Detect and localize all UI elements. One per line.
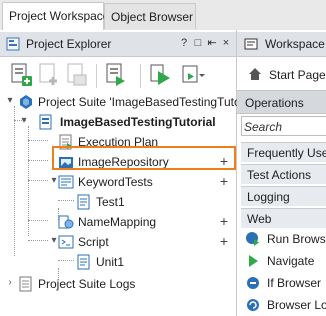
add-script-button[interactable]: + bbox=[220, 233, 228, 249]
operation-label: Run Browser bbox=[267, 232, 326, 246]
tree-item-project-suite[interactable]: ▾ Project Suite 'ImageBasedTestingTutori… bbox=[0, 92, 254, 112]
panel-buttons: ? □ ⇤ × bbox=[178, 36, 232, 50]
collapse-icon[interactable]: ▾ bbox=[18, 115, 30, 127]
name-mapping-icon bbox=[58, 215, 74, 229]
project-suite-label: Project Suite 'ImageBasedTestingTutoria bbox=[38, 95, 254, 109]
category-label: Logging bbox=[247, 190, 290, 204]
home-icon bbox=[249, 68, 261, 80]
script-unit-icon bbox=[77, 254, 90, 270]
workspace-tabbar: Project Workspace Object Browser bbox=[0, 0, 326, 31]
tree-item-name-mapping[interactable]: NameMapping + bbox=[0, 212, 236, 232]
tree-item-project[interactable]: ▾ ImageBasedTestingTutorial bbox=[0, 112, 236, 132]
toolbar-separator bbox=[140, 64, 141, 88]
script-folder-icon bbox=[58, 235, 74, 249]
category-web[interactable]: Web bbox=[241, 208, 326, 228]
start-page-tab[interactable]: Start Page bbox=[237, 62, 326, 86]
category-label: Web bbox=[247, 212, 272, 226]
operations-header: Operations bbox=[237, 90, 326, 114]
close-button[interactable]: × bbox=[220, 36, 232, 50]
tree-item-suite-logs[interactable]: › Project Suite Logs bbox=[0, 274, 236, 294]
workspace-panel: Workspace Start Page Operations Search F… bbox=[237, 30, 326, 316]
add-keyword-test-button[interactable]: + bbox=[220, 173, 228, 189]
category-label: Test Actions bbox=[247, 168, 312, 182]
add-existing-icon[interactable] bbox=[64, 61, 90, 89]
project-explorer-icon bbox=[6, 37, 20, 51]
run-tests-icon[interactable] bbox=[104, 61, 130, 89]
suite-logs-icon bbox=[19, 276, 32, 292]
name-mapping-label: NameMapping bbox=[78, 215, 157, 229]
suite-logs-label: Project Suite Logs bbox=[38, 277, 136, 291]
expand-icon[interactable]: › bbox=[4, 277, 16, 289]
toolbar-separator bbox=[96, 64, 97, 88]
test1-label: Test1 bbox=[96, 195, 125, 209]
script-label: Script bbox=[78, 235, 109, 249]
tab-object-browser[interactable]: Object Browser bbox=[104, 3, 196, 29]
add-name-mapping-button[interactable]: + bbox=[220, 213, 228, 229]
project-explorer-panel: Project Explorer ? □ ⇤ × ▾ Project Suite… bbox=[0, 30, 254, 316]
operation-browser-loop[interactable]: Browser Loop bbox=[241, 294, 326, 316]
project-tree: ▾ Project Suite 'ImageBasedTestingTutori… bbox=[0, 92, 254, 316]
workspace-title: Workspace bbox=[265, 37, 325, 51]
keyword-tests-label: KeywordTests bbox=[78, 175, 153, 189]
operation-label: Browser Loop bbox=[267, 298, 326, 312]
browser-loop-icon bbox=[247, 299, 259, 311]
operation-if-browser[interactable]: If Browser bbox=[241, 272, 326, 294]
category-test-actions[interactable]: Test Actions bbox=[241, 164, 326, 184]
operation-run-browser[interactable]: Run Browser bbox=[241, 228, 326, 250]
operations-search-input[interactable]: Search bbox=[241, 116, 326, 136]
tree-item-keyword-tests[interactable]: ▾ KeywordTests + bbox=[0, 172, 236, 192]
pin-button[interactable]: ⇤ bbox=[206, 36, 218, 50]
project-icon bbox=[39, 114, 52, 130]
start-page-label: Start Page bbox=[269, 68, 326, 82]
run-browser-icon bbox=[246, 232, 259, 246]
operation-label: If Browser bbox=[267, 276, 322, 290]
keyword-tests-icon bbox=[58, 175, 74, 189]
project-explorer-title: Project Explorer bbox=[26, 37, 112, 51]
image-repository-highlight bbox=[52, 146, 236, 170]
category-label: Frequently Used bbox=[247, 146, 326, 160]
tab-project-workspace[interactable]: Project Workspace bbox=[2, 2, 109, 30]
workspace-header[interactable]: Workspace bbox=[237, 32, 326, 57]
float-button[interactable]: □ bbox=[192, 36, 204, 50]
keyword-test-icon bbox=[77, 194, 90, 210]
navigate-icon bbox=[249, 255, 258, 267]
project-suite-icon bbox=[20, 95, 32, 109]
unit1-label: Unit1 bbox=[96, 255, 125, 269]
tree-item-unit1[interactable]: Unit1 bbox=[0, 252, 236, 272]
operation-navigate[interactable]: Navigate bbox=[241, 250, 326, 272]
add-project-icon[interactable] bbox=[8, 61, 34, 89]
explorer-toolbar bbox=[0, 58, 236, 94]
add-item-icon[interactable] bbox=[36, 61, 62, 89]
project-label: ImageBasedTestingTutorial bbox=[60, 115, 216, 129]
category-frequently-used[interactable]: Frequently Used bbox=[241, 142, 326, 162]
tree-item-test1[interactable]: Test1 bbox=[0, 192, 236, 212]
tree-item-script[interactable]: ▾ Script + bbox=[0, 232, 236, 252]
run-project-icon[interactable] bbox=[148, 61, 174, 89]
workspace-icon bbox=[244, 38, 258, 50]
app-window: Project Workspace Object Browser Project… bbox=[0, 0, 326, 316]
if-browser-icon bbox=[247, 277, 259, 289]
operations-label: Operations bbox=[245, 96, 304, 110]
category-logging[interactable]: Logging bbox=[241, 186, 326, 206]
project-explorer-header: Project Explorer ? □ ⇤ × bbox=[0, 32, 236, 57]
run-dropdown-icon[interactable] bbox=[180, 61, 206, 89]
help-button[interactable]: ? bbox=[178, 36, 190, 50]
operation-label: Navigate bbox=[267, 254, 315, 268]
collapse-icon[interactable]: ▾ bbox=[4, 95, 16, 107]
